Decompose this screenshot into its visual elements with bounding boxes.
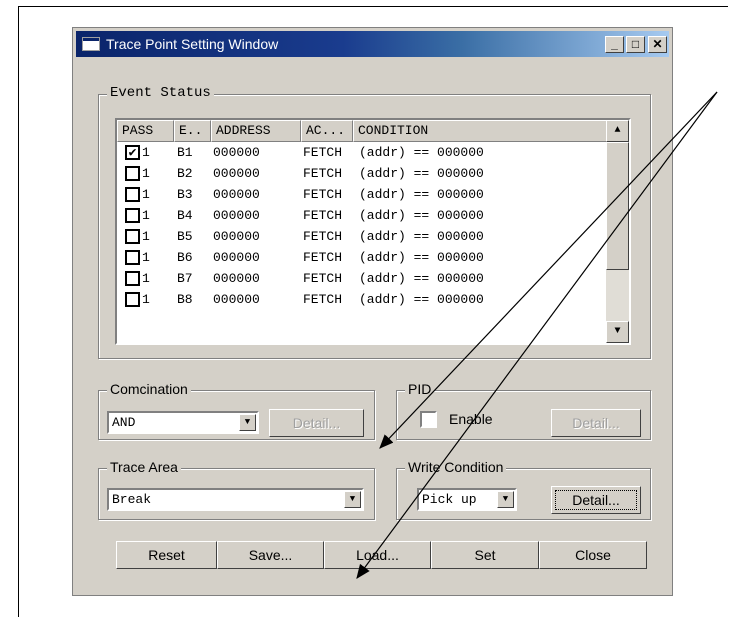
annotation-arrow-trace-area: [356, 91, 718, 579]
annotation-arrow-write-condition: [379, 91, 718, 449]
annotation-overlay: [356, 91, 718, 579]
